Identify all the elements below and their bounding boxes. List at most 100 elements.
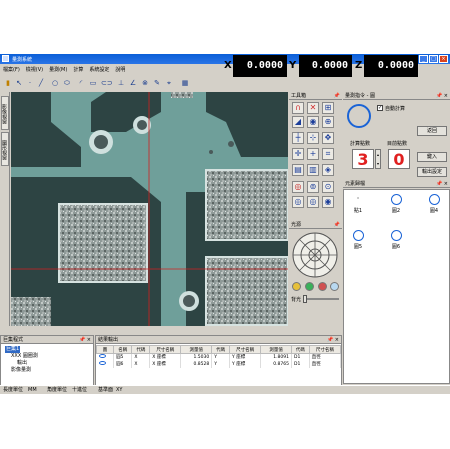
crosshair-icon[interactable]: ┼ bbox=[292, 132, 304, 144]
open-file-icon[interactable]: ▮ bbox=[3, 78, 13, 88]
distance-tool-icon[interactable]: ⊥ bbox=[116, 78, 126, 88]
table-row[interactable]: 圓6 X X 座標 0.8528 Y Y 座標 0.8765 D1 直徑 bbox=[96, 360, 342, 368]
list-item[interactable]: 圓2 bbox=[386, 194, 406, 214]
report-tool-icon[interactable]: ▦ bbox=[180, 78, 190, 88]
menu-view[interactable]: 檢視(V) bbox=[23, 65, 46, 74]
film-alt-icon[interactable]: ▥ bbox=[307, 164, 319, 176]
align-icon[interactable]: ✥ bbox=[322, 132, 334, 144]
menu-calc[interactable]: 計算 bbox=[70, 65, 86, 74]
z-axis-label: Z bbox=[355, 60, 363, 71]
list-item[interactable]: · 點1 bbox=[348, 194, 368, 214]
minimize-button[interactable]: _ bbox=[419, 55, 428, 63]
zoom-icon[interactable]: ⊕ bbox=[322, 116, 334, 128]
film-icon[interactable]: ▤ bbox=[292, 164, 304, 176]
close-button[interactable]: × bbox=[439, 55, 448, 63]
back-button[interactable]: 返回 bbox=[417, 126, 447, 136]
target-icon[interactable]: ⊹ bbox=[307, 132, 319, 144]
backlight-slider-thumb[interactable] bbox=[303, 295, 307, 303]
calc-points-spinner[interactable]: ▴ ▾ bbox=[375, 149, 381, 169]
dot-circle-icon[interactable]: ◉ bbox=[322, 196, 334, 208]
cross-plus-icon[interactable]: + bbox=[307, 148, 319, 160]
tab-graphic-view[interactable]: 圖形視窗 bbox=[1, 132, 9, 166]
focus-icon[interactable]: ◉ bbox=[307, 116, 319, 128]
intersection-tool-icon[interactable]: ⊗ bbox=[140, 78, 150, 88]
list-item[interactable]: 圓6 bbox=[386, 230, 406, 250]
pin-icon-program[interactable]: 📌 × bbox=[79, 336, 91, 344]
result-panel-title: 結果輸出 📌 × bbox=[96, 336, 341, 344]
auto-calc-checkbox[interactable]: ✓ bbox=[377, 105, 383, 111]
output-settings-button[interactable]: 輸出設定 bbox=[417, 167, 447, 177]
enter-button[interactable]: 鍵入 bbox=[417, 152, 447, 162]
line-tool-icon[interactable]: ╱ bbox=[36, 78, 46, 88]
menu-file[interactable]: 檔案(F) bbox=[0, 65, 23, 74]
circle-tool-icon[interactable]: ○ bbox=[50, 78, 60, 88]
pin-icon-measure[interactable]: 📌 × bbox=[436, 92, 448, 100]
pin-icon-result[interactable]: 📌 × bbox=[327, 336, 339, 344]
column-header[interactable]: 測量值 bbox=[260, 345, 292, 354]
ring-target-icon[interactable]: ⊚ bbox=[307, 181, 319, 193]
column-header[interactable]: 代碼 bbox=[290, 345, 310, 354]
concentric-alt-icon[interactable]: ◎ bbox=[307, 196, 319, 208]
tree-item-output[interactable]: 輸出 bbox=[5, 360, 38, 367]
red-light-icon[interactable] bbox=[318, 282, 327, 291]
tree-item-macro[interactable]: 巨集1 bbox=[5, 346, 21, 353]
circle-center-icon[interactable]: ⊙ bbox=[322, 181, 334, 193]
magnet-icon[interactable]: ∩ bbox=[292, 102, 304, 114]
calc-points-value[interactable]: 3 bbox=[352, 149, 374, 169]
column-header[interactable]: 尺寸名稱 bbox=[149, 345, 182, 354]
element-label: 圓6 bbox=[391, 244, 401, 250]
list-item[interactable]: 圓4 bbox=[424, 194, 444, 214]
tab-image-view[interactable]: 影像視窗 bbox=[1, 96, 9, 130]
backlight-slider[interactable] bbox=[303, 295, 339, 303]
ellipse-tool-icon[interactable]: ⬭ bbox=[62, 78, 72, 88]
light-bulb-icon[interactable] bbox=[292, 282, 301, 291]
column-header[interactable]: 圖 bbox=[95, 345, 115, 354]
column-header[interactable]: 測量值 bbox=[180, 345, 213, 354]
green-light-icon[interactable] bbox=[305, 282, 314, 291]
edge-find-icon[interactable]: ◢ bbox=[292, 116, 304, 128]
angle-tool-icon[interactable]: ∠ bbox=[128, 78, 138, 88]
circle-icon bbox=[98, 361, 106, 365]
column-header[interactable]: 代碼 bbox=[211, 345, 231, 354]
grid-icon[interactable]: ⌗ bbox=[322, 148, 334, 160]
pin-icon-elements[interactable]: 📌 × bbox=[436, 180, 448, 188]
menu-measure[interactable]: 量測(M) bbox=[46, 65, 70, 74]
point-tool-icon[interactable]: · bbox=[25, 78, 35, 88]
blue-light-icon[interactable] bbox=[330, 282, 339, 291]
pointer-icon[interactable]: ↖ bbox=[14, 78, 24, 88]
y-axis-label: Y bbox=[289, 60, 297, 71]
concentric-icon[interactable]: ◎ bbox=[292, 196, 304, 208]
element-label: 圓4 bbox=[429, 208, 439, 214]
row-icon-cell bbox=[96, 360, 115, 368]
column-header[interactable]: 尺寸名稱 bbox=[229, 345, 262, 354]
list-item[interactable]: 圓5 bbox=[348, 230, 368, 250]
menu-help[interactable]: 說明 bbox=[112, 65, 128, 74]
pin-icon-light[interactable]: 📌 bbox=[334, 221, 340, 229]
table-cell: Y bbox=[211, 360, 231, 368]
cross-dot-icon[interactable]: ✛ bbox=[292, 148, 304, 160]
measure-tool-icon[interactable]: ⌖ bbox=[164, 78, 174, 88]
column-header[interactable]: 代碼 bbox=[131, 345, 151, 354]
table-header-row: 圖 名稱 代碼 尺寸名稱 測量值 代碼 尺寸名稱 測量值 代碼 尺寸名稱 bbox=[95, 345, 342, 354]
red-target-icon[interactable]: ◎ bbox=[292, 181, 304, 193]
edit-tool-icon[interactable]: ✎ bbox=[152, 78, 162, 88]
arc-tool-icon[interactable]: ◜ bbox=[76, 78, 86, 88]
cross-x-icon[interactable]: ✕ bbox=[307, 102, 319, 114]
ring-light-control[interactable] bbox=[291, 231, 339, 279]
rectangle-tool-icon[interactable]: ▭ bbox=[88, 78, 98, 88]
tree-item-image[interactable]: 影像量測 bbox=[5, 367, 38, 374]
table-row[interactable]: 圓5 X X 座標 1.5030 Y Y 座標 1.8091 D1 直徑 bbox=[96, 353, 342, 361]
maximize-button[interactable]: □ bbox=[429, 55, 438, 63]
column-header[interactable]: 名稱 bbox=[113, 345, 133, 354]
table-cell: 0.8528 bbox=[180, 360, 213, 368]
pin-icon[interactable]: 📌 bbox=[334, 92, 340, 100]
camera-image-view[interactable] bbox=[11, 92, 288, 326]
tree-item-circle[interactable]: XXX 圓圈測 bbox=[5, 353, 38, 360]
status-bar: 長度單位 MM 角度單位 十進位 基準面 XY bbox=[0, 385, 450, 394]
menu-settings[interactable]: 系統設定 bbox=[86, 65, 112, 74]
slot-tool-icon[interactable]: ⊂⊃ bbox=[101, 78, 113, 88]
column-header[interactable]: 尺寸名稱 bbox=[308, 345, 342, 354]
diamond-icon[interactable]: ◈ bbox=[322, 164, 334, 176]
result-table: 圖 名稱 代碼 尺寸名稱 測量值 代碼 尺寸名稱 測量值 代碼 尺寸名稱 圓5 … bbox=[95, 345, 342, 368]
zoom-fit-icon[interactable]: ⊞ bbox=[322, 102, 334, 114]
